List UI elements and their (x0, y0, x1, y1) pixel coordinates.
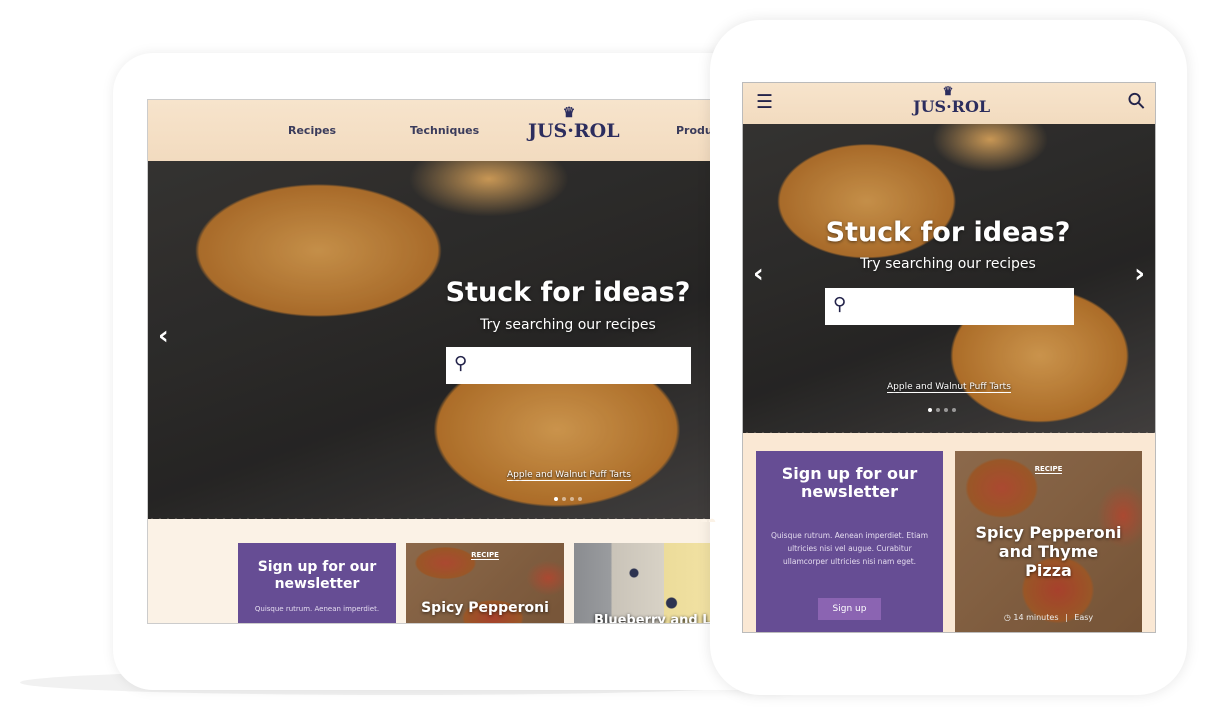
recipe-tag: RECIPE (1034, 465, 1063, 474)
newsletter-card: Sign up for our newsletter Quisque rutru… (238, 543, 396, 623)
search-icon[interactable]: ⚲ (1122, 87, 1151, 116)
newsletter-body: Quisque rutrum. Aenean imperdiet. (254, 605, 380, 613)
nav-techniques[interactable]: Techniques (410, 124, 479, 137)
hero-subtitle: Try searching our recipes (480, 317, 656, 333)
recipe-difficulty: Easy (1074, 613, 1094, 622)
hero-caption-link[interactable]: Apple and Walnut Puff Tarts (507, 470, 631, 481)
recipe-tag: RECIPE (471, 551, 499, 560)
newsletter-title: Sign up for our newsletter (781, 464, 918, 501)
hero-title: Stuck for ideas? (445, 277, 691, 308)
recipe-meta: ◷ 14 minutes | Easy (1003, 613, 1094, 622)
recipe-card[interactable]: RECIPE Spicy Pepperoni and Thyme Pizza ◷… (955, 451, 1142, 632)
crown-icon: ♛ (562, 105, 576, 121)
phone-screen: ☰ ♛ JUS·ROL ⚲ ‹ › Stuck for ideas? Try s… (742, 82, 1156, 633)
logo[interactable]: ♛ JUS·ROL (913, 84, 990, 116)
hamburger-icon[interactable]: ☰ (756, 91, 773, 113)
carousel-dots[interactable] (928, 408, 956, 412)
recipe-card[interactable]: Blueberry and L (574, 543, 716, 624)
divider (148, 516, 716, 522)
nav-recipes[interactable]: Recipes (288, 124, 336, 137)
sign-up-button[interactable]: Sign up (817, 598, 882, 620)
crown-icon: ♛ (942, 84, 954, 98)
tablet-screen: Recipes Techniques ♛ JUS·ROL Produc ‹ St… (147, 99, 717, 624)
logo[interactable]: ♛ JUS·ROL (528, 105, 620, 142)
recipe-card[interactable]: RECIPE Spicy Pepperoni (406, 543, 564, 623)
hero-carousel: ‹ › Stuck for ideas? Try searching our r… (743, 124, 1155, 433)
search-icon: ⚲ (833, 294, 847, 315)
recipe-title: Spicy Pepperoni (421, 600, 549, 616)
chevron-left-icon[interactable]: ‹ (158, 321, 169, 351)
hero-title: Stuck for ideas? (825, 217, 1071, 248)
chevron-right-icon[interactable]: › (1134, 259, 1145, 289)
hero-subtitle: Try searching our recipes (860, 256, 1036, 272)
recipe-title: Spicy Pepperoni and Thyme Pizza (975, 523, 1122, 580)
search-icon: ⚲ (454, 353, 468, 374)
carousel-dots[interactable] (554, 497, 582, 501)
site-header: ☰ ♛ JUS·ROL ⚲ (743, 83, 1155, 124)
newsletter-body: Quisque rutrum. Aenean imperdiet. Etiam … (770, 531, 929, 566)
newsletter-title: Sign up for our newsletter (257, 559, 377, 592)
search-input[interactable]: ⚲ (446, 347, 691, 384)
newsletter-card: Sign up for our newsletter Quisque rutru… (756, 451, 943, 632)
chevron-left-icon[interactable]: ‹ (753, 259, 764, 289)
recipe-title: Blueberry and L (594, 613, 711, 624)
hero-carousel: ‹ Stuck for ideas? Try searching our rec… (148, 161, 716, 519)
hero-caption-link[interactable]: Apple and Walnut Puff Tarts (887, 382, 1011, 393)
divider (743, 430, 1155, 436)
site-header: Recipes Techniques ♛ JUS·ROL Produc (148, 100, 716, 161)
clock-icon: ◷ (1003, 613, 1011, 622)
search-input[interactable]: ⚲ (825, 288, 1074, 325)
recipe-time: 14 minutes (1013, 613, 1059, 622)
